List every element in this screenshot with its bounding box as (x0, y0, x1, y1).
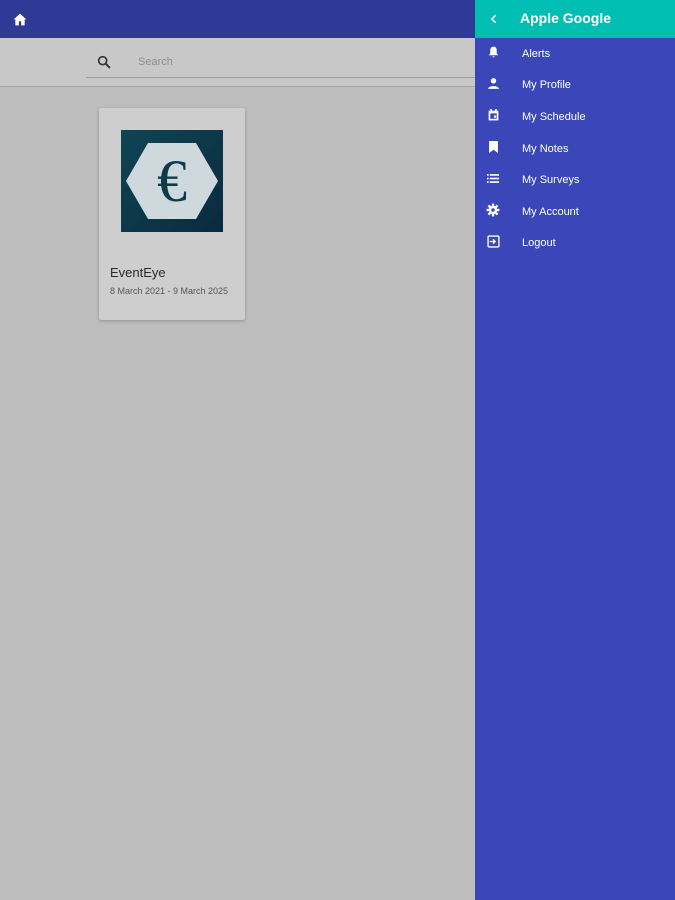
menu-item-my-surveys[interactable]: My Surveys (475, 164, 675, 196)
event-card[interactable]: € EventEye 8 March 2021 - 9 March 2025 (99, 108, 245, 320)
search-box[interactable] (86, 46, 486, 78)
menu-item-label: My Notes (522, 142, 569, 155)
svg-text:€: € (157, 148, 187, 214)
event-logo: € (121, 130, 223, 232)
menu-item-label: My Schedule (522, 110, 586, 123)
menu-item-alerts[interactable]: Alerts (475, 38, 675, 70)
logout-icon (486, 235, 500, 249)
bookmark-icon (486, 140, 500, 154)
list-icon (486, 171, 500, 185)
menu-item-label: My Surveys (522, 174, 580, 187)
menu-item-logout[interactable]: Logout (475, 228, 675, 260)
menu-item-label: Alerts (522, 47, 551, 60)
chevron-left-icon (490, 14, 497, 24)
navigation-drawer: Apple Google Alerts My Profile My Schedu… (475, 0, 675, 900)
search-input[interactable] (136, 50, 470, 74)
menu-item-my-account[interactable]: My Account (475, 196, 675, 228)
menu-item-my-schedule[interactable]: My Schedule (475, 101, 675, 133)
home-icon (13, 13, 27, 25)
home-button[interactable] (10, 9, 30, 29)
gear-icon (486, 203, 500, 217)
menu-item-label: My Account (522, 205, 579, 218)
bell-icon (486, 45, 500, 59)
event-name: EventEye (110, 265, 166, 280)
menu-item-my-notes[interactable]: My Notes (475, 133, 675, 165)
drawer-user-name: Apple Google (520, 10, 611, 26)
menu-item-label: Logout (522, 237, 556, 250)
person-icon (486, 77, 500, 91)
drawer-header: Apple Google (475, 0, 675, 38)
drawer-back-button[interactable] (484, 9, 504, 29)
calendar-icon (486, 108, 500, 122)
eventeye-logo-icon: € (126, 143, 218, 219)
drawer-menu: Alerts My Profile My Schedule My Notes M… (475, 38, 675, 259)
menu-item-my-profile[interactable]: My Profile (475, 70, 675, 102)
search-icon (97, 55, 111, 69)
event-dates: 8 March 2021 - 9 March 2025 (110, 286, 229, 296)
menu-item-label: My Profile (522, 79, 571, 92)
